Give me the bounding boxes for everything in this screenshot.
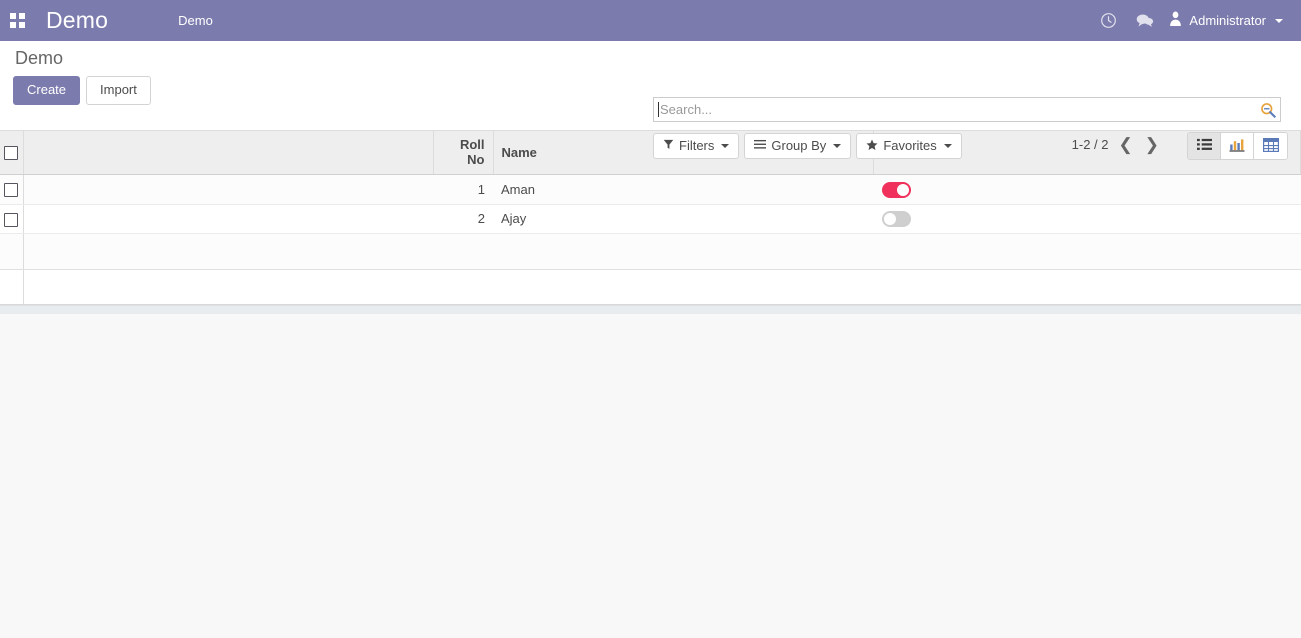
view-switcher [1187, 132, 1288, 160]
graph-view-button[interactable] [1221, 133, 1254, 159]
brand-title[interactable]: Demo [46, 9, 108, 32]
import-button[interactable]: Import [86, 76, 151, 106]
footer-cell [873, 269, 1301, 304]
filters-dropdown-button[interactable]: Filters [653, 133, 740, 159]
chevron-down-icon [943, 143, 952, 148]
user-menu[interactable]: Administrator [1163, 11, 1291, 30]
status-toggle[interactable] [881, 181, 911, 198]
table-row[interactable]: 1 Aman [0, 174, 1301, 205]
funnel-icon [663, 139, 674, 152]
favorites-label: Favorites [883, 138, 937, 153]
row-blank-cell [23, 174, 433, 205]
filler-cell [873, 233, 1301, 271]
select-all-header [0, 131, 24, 175]
footer-cell [0, 269, 24, 304]
list-view-button[interactable] [1188, 133, 1221, 159]
text-cursor [658, 102, 659, 117]
apps-grid-icon [9, 13, 25, 28]
top-navbar: Demo Demo Administrator [0, 0, 1301, 41]
filler-cell [493, 233, 873, 271]
pivot-table-view-icon [1262, 137, 1279, 155]
search-magnifier-icon[interactable] [1259, 101, 1277, 119]
records-table: Roll No Name Status 1 Aman [0, 131, 1301, 304]
bar-chart-view-icon [1229, 138, 1245, 155]
sheet-bottom-separator [0, 304, 1301, 314]
row-roll-no: 1 [433, 174, 493, 205]
clock-icon[interactable] [1091, 0, 1125, 41]
star-icon [866, 139, 878, 153]
navbar-right-group: Administrator [1091, 0, 1291, 41]
create-button[interactable]: Create [13, 76, 81, 106]
row-name: Aman [493, 174, 873, 205]
search-filter-buttons: Filters Group By Favorites [653, 133, 967, 159]
roll-no-header[interactable]: Roll No [433, 131, 494, 175]
row-checkbox[interactable] [4, 183, 18, 198]
user-avatar-icon [1169, 11, 1182, 30]
table-filler-row [0, 233, 1301, 271]
pivot-view-button[interactable] [1254, 133, 1287, 159]
search-area [653, 97, 1281, 122]
filler-cell [433, 233, 493, 271]
blank-header [23, 131, 434, 175]
footer-cell [493, 269, 873, 304]
chevron-left-icon[interactable]: ❮ [1119, 136, 1133, 153]
action-button-row: Create Import [13, 76, 151, 106]
chevron-right-icon[interactable]: ❯ [1145, 136, 1159, 153]
select-all-checkbox[interactable] [4, 145, 18, 160]
footer-cell [433, 269, 493, 304]
group-by-dropdown-button[interactable]: Group By [744, 133, 852, 159]
filters-label: Filters [679, 138, 715, 153]
filler-cell [0, 233, 24, 271]
pager-nav: ❮ ❯ [1119, 136, 1160, 153]
page-title: Demo [15, 48, 64, 68]
favorites-dropdown-button[interactable]: Favorites [856, 133, 962, 159]
toggle-knob [896, 183, 909, 196]
list-view-icon [1196, 138, 1212, 154]
row-status-cell [873, 204, 1301, 235]
group-by-label: Group By [771, 138, 827, 153]
control-panel-left: Demo Create Import [13, 48, 151, 106]
chat-bubble-icon[interactable] [1127, 0, 1161, 41]
user-name-label: Administrator [1189, 13, 1266, 28]
filler-cell [23, 233, 433, 271]
apps-menu-button[interactable] [0, 0, 34, 41]
row-name: Ajay [493, 204, 873, 235]
table-footer-row [0, 269, 1301, 304]
chevron-down-icon [833, 143, 842, 148]
chevron-down-icon [721, 143, 730, 148]
row-blank-cell [23, 204, 433, 235]
table-body: 1 Aman 2 Ajay [0, 174, 1301, 304]
search-input[interactable] [660, 102, 1254, 117]
table-row[interactable]: 2 Ajay [0, 204, 1301, 235]
row-select-cell [0, 204, 24, 235]
chevron-down-icon [1275, 18, 1283, 23]
footer-cell [23, 269, 433, 304]
row-select-cell [0, 174, 24, 205]
pager: 1-2 / 2 ❮ ❯ [1072, 136, 1159, 153]
row-checkbox[interactable] [4, 212, 18, 227]
list-view-sheet: Roll No Name Status 1 Aman [0, 131, 1301, 305]
nav-menu-item-demo[interactable]: Demo [170, 7, 221, 34]
page-background [0, 313, 1301, 638]
row-roll-no: 2 [433, 204, 493, 235]
search-box[interactable] [653, 97, 1281, 122]
status-toggle[interactable] [881, 211, 911, 228]
list-lines-icon [754, 139, 767, 152]
toggle-knob [883, 213, 896, 226]
control-panel: Demo Create Import Fi [0, 41, 1301, 160]
pager-range-label: 1-2 / 2 [1071, 137, 1109, 152]
row-status-cell [873, 174, 1301, 205]
